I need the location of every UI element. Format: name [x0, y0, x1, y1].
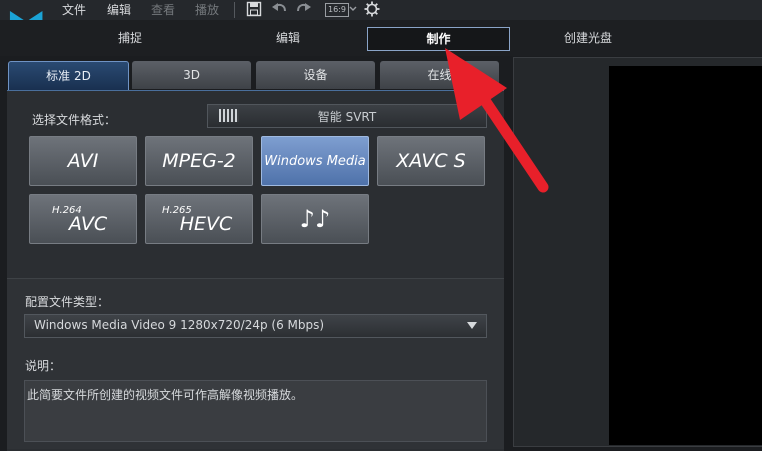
tab-3d[interactable]: 3D: [132, 61, 251, 89]
description-text: 此简要文件所创建的视频文件可作高解像视频播放。: [27, 388, 304, 402]
format-avc-label: AVC: [68, 213, 108, 235]
format-audio-button[interactable]: ♪♪: [261, 194, 369, 244]
format-label: 选择文件格式：: [32, 113, 117, 127]
format-hevc-codec: H.265: [162, 205, 192, 216]
tab-standard-2d[interactable]: 标准 2D: [8, 61, 129, 91]
menu-file[interactable]: 文件: [62, 1, 86, 18]
annotation-arrow-icon: [445, 48, 549, 193]
format-mpeg2-label: MPEG-2: [162, 150, 236, 172]
format-windows-media-label: Windows Media: [264, 153, 366, 169]
tab-capture[interactable]: 捕捉: [95, 27, 165, 49]
menu-view[interactable]: 查看: [151, 1, 175, 18]
format-avi-button[interactable]: AVI: [29, 136, 137, 186]
dropdown-arrow-icon: [467, 322, 477, 329]
profile-select-value: Windows Media Video 9 1280x720/24p (6 Mb…: [34, 318, 325, 332]
menu-play[interactable]: 播放: [195, 1, 219, 18]
format-hevc-label: HEVC: [179, 213, 233, 235]
tab-edit[interactable]: 编辑: [253, 27, 323, 49]
description-label: 说明：: [25, 359, 62, 373]
preview-screen: [609, 66, 762, 445]
aspect-ratio-selector[interactable]: 16:9: [325, 3, 349, 17]
format-mpeg2-button[interactable]: MPEG-2: [145, 136, 253, 186]
description-box: 此简要文件所创建的视频文件可作高解像视频播放。: [24, 380, 487, 442]
music-notes-icon: ♪♪: [299, 205, 331, 233]
undo-icon[interactable]: [270, 1, 288, 17]
tab-device[interactable]: 设备: [256, 61, 375, 89]
menu-separator: [234, 2, 235, 18]
chevron-down-icon[interactable]: [349, 6, 357, 12]
format-avc-codec: H.264: [52, 205, 82, 216]
format-hevc-button[interactable]: H.265 HEVC: [145, 194, 253, 244]
profile-label: 配置文件类型：: [25, 295, 110, 309]
format-windows-media-button[interactable]: Windows Media: [261, 136, 369, 186]
redo-icon[interactable]: [295, 1, 313, 17]
profile-select[interactable]: Windows Media Video 9 1280x720/24p (6 Mb…: [24, 314, 487, 338]
gear-icon[interactable]: [363, 1, 381, 17]
menu-edit[interactable]: 编辑: [107, 1, 131, 18]
format-avi-label: AVI: [67, 150, 99, 172]
format-avc-button[interactable]: H.264 AVC: [29, 194, 137, 244]
save-icon[interactable]: [245, 1, 263, 17]
